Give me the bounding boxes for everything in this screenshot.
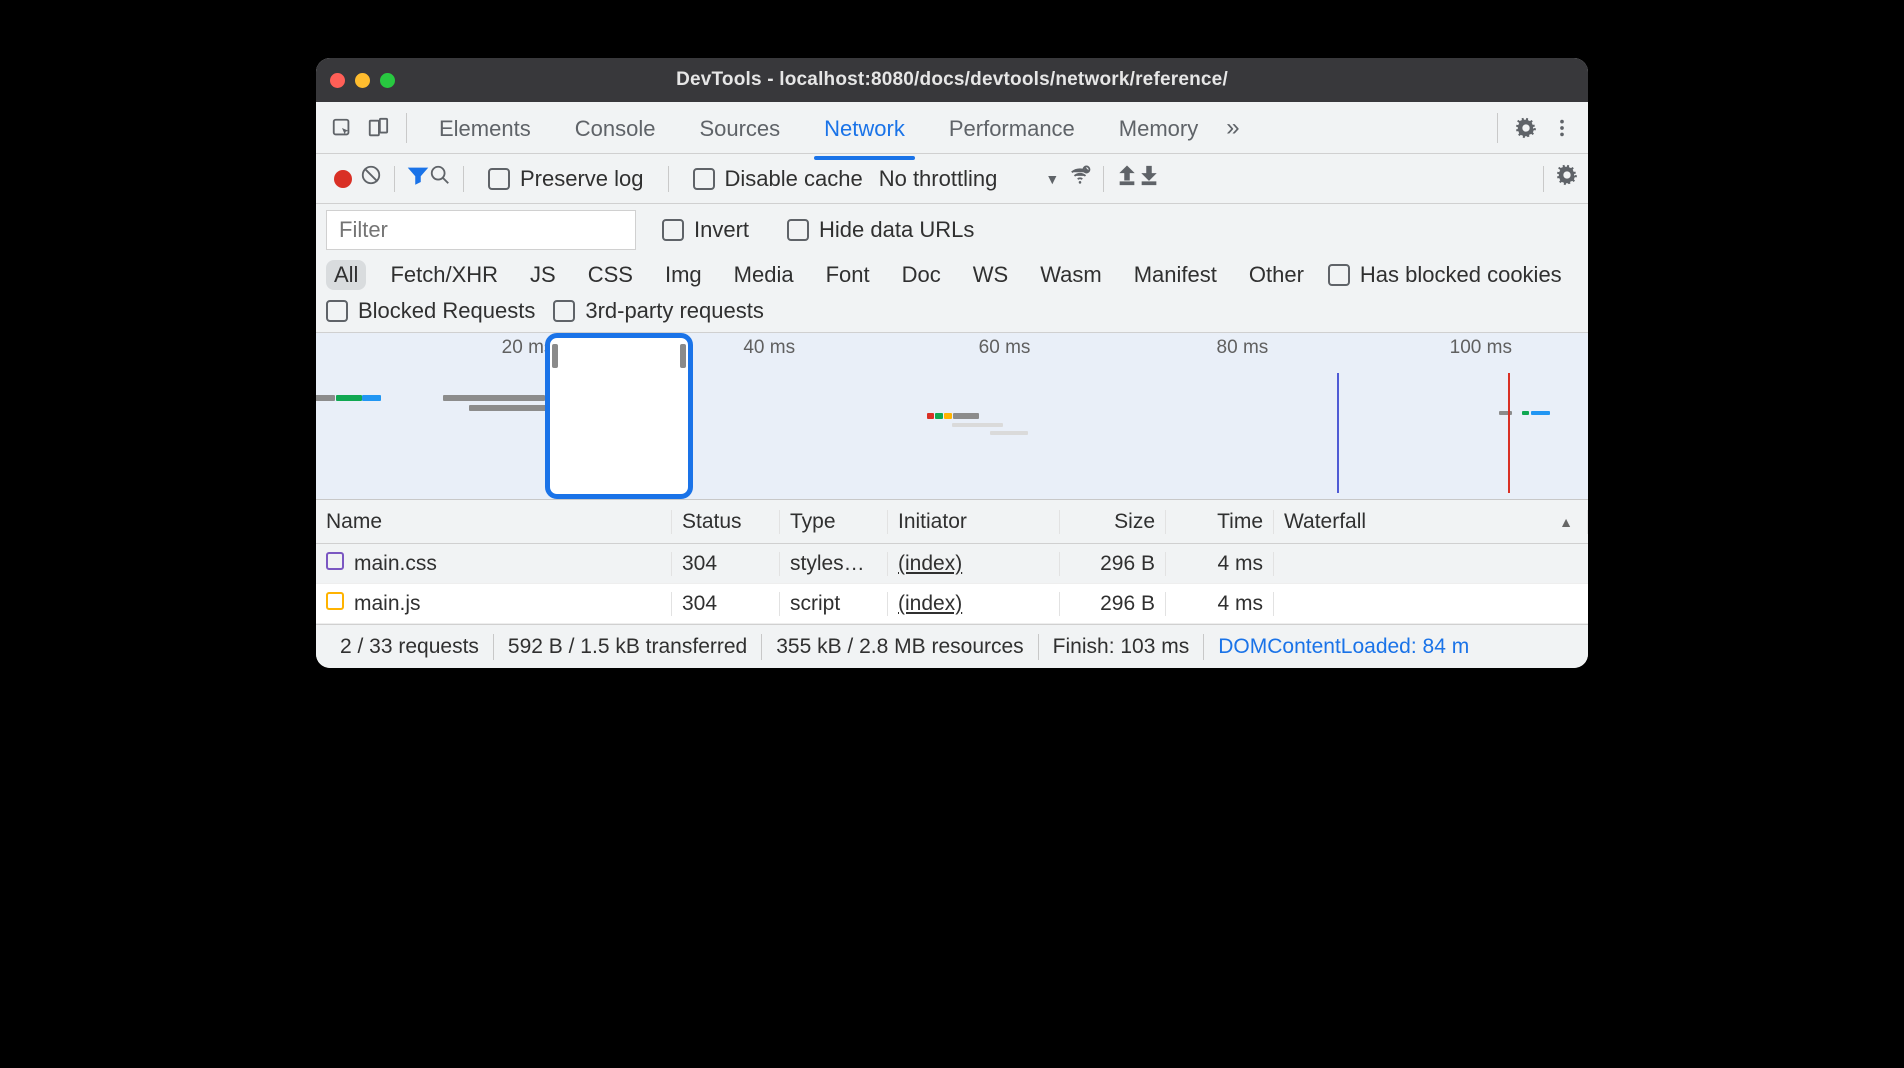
filter-row: Invert Hide data URLs [316, 204, 1588, 256]
type-css[interactable]: CSS [580, 260, 641, 290]
tab-network[interactable]: Network [816, 106, 913, 150]
inspect-element-icon[interactable] [324, 110, 360, 146]
device-toolbar-icon[interactable] [360, 110, 396, 146]
col-waterfall[interactable]: Waterfall▲ [1274, 510, 1588, 534]
type-js[interactable]: JS [522, 260, 564, 290]
network-settings-icon[interactable] [1556, 164, 1578, 193]
status-bar: 2 / 33 requests 592 B / 1.5 kB transferr… [316, 624, 1588, 668]
status-domcontentloaded: DOMContentLoaded: 84 m [1204, 635, 1483, 659]
type-manifest[interactable]: Manifest [1126, 260, 1225, 290]
throttling-dropdown[interactable]: No throttling▼ [875, 166, 1069, 192]
overview-selection[interactable] [545, 333, 693, 499]
tab-elements[interactable]: Elements [431, 106, 539, 150]
table-row[interactable]: main.css 304 styles… (index) 296 B 4 ms [316, 544, 1588, 584]
initiator-link[interactable]: (index) [898, 552, 962, 575]
filter-icon[interactable] [407, 164, 429, 193]
col-time[interactable]: Time [1166, 510, 1274, 534]
sort-indicator-icon: ▲ [1559, 514, 1573, 530]
tab-performance[interactable]: Performance [941, 106, 1083, 150]
selection-handle-left[interactable] [552, 344, 558, 368]
clear-icon[interactable] [360, 164, 382, 193]
col-size[interactable]: Size [1060, 510, 1166, 534]
type-all[interactable]: All [326, 260, 366, 290]
download-har-icon[interactable] [1138, 164, 1160, 193]
tick-label: 100 ms [1450, 337, 1512, 359]
request-table: Name Status Type Initiator Size Time Wat… [316, 500, 1588, 624]
settings-icon[interactable] [1508, 110, 1544, 146]
status-transferred: 592 B / 1.5 kB transferred [494, 635, 761, 659]
col-initiator[interactable]: Initiator [888, 510, 1060, 534]
search-icon[interactable] [429, 164, 451, 193]
css-file-icon [326, 552, 344, 570]
has-blocked-cookies-checkbox[interactable]: Has blocked cookies [1328, 262, 1562, 288]
selection-handle-right[interactable] [680, 344, 686, 368]
window-controls [330, 73, 395, 88]
table-row[interactable]: main.js 304 script (index) 296 B 4 ms [316, 584, 1588, 624]
devtools-window: DevTools - localhost:8080/docs/devtools/… [316, 58, 1588, 668]
tick-label: 80 ms [1217, 337, 1269, 359]
minimize-window-icon[interactable] [355, 73, 370, 88]
panel-tabs: Elements Console Sources Network Perform… [316, 102, 1588, 154]
type-ws[interactable]: WS [965, 260, 1016, 290]
status-requests: 2 / 33 requests [326, 635, 493, 659]
network-toolbar: Preserve log Disable cache No throttling… [316, 154, 1588, 204]
record-button-icon[interactable] [334, 170, 352, 188]
third-party-checkbox[interactable]: 3rd-party requests [553, 298, 764, 324]
tab-sources[interactable]: Sources [691, 106, 788, 150]
table-header: Name Status Type Initiator Size Time Wat… [316, 500, 1588, 544]
col-name[interactable]: Name [316, 510, 672, 534]
extra-filters-row: Blocked Requests 3rd-party requests [316, 298, 1588, 332]
preserve-log-checkbox[interactable]: Preserve log [488, 166, 644, 192]
type-fetch-xhr[interactable]: Fetch/XHR [382, 260, 506, 290]
initiator-link[interactable]: (index) [898, 592, 962, 615]
col-type[interactable]: Type [780, 510, 888, 534]
filter-input[interactable] [326, 210, 636, 250]
more-menu-icon[interactable] [1544, 110, 1580, 146]
blocked-requests-checkbox[interactable]: Blocked Requests [326, 298, 535, 324]
type-filters: All Fetch/XHR JS CSS Img Media Font Doc … [316, 256, 1588, 298]
col-status[interactable]: Status [672, 510, 780, 534]
maximize-window-icon[interactable] [380, 73, 395, 88]
type-doc[interactable]: Doc [894, 260, 949, 290]
tick-label: 40 ms [743, 337, 795, 359]
hide-data-urls-checkbox[interactable]: Hide data URLs [787, 217, 974, 243]
type-wasm[interactable]: Wasm [1032, 260, 1110, 290]
network-conditions-icon[interactable] [1069, 164, 1091, 193]
type-other[interactable]: Other [1241, 260, 1312, 290]
type-font[interactable]: Font [818, 260, 878, 290]
type-img[interactable]: Img [657, 260, 710, 290]
type-media[interactable]: Media [726, 260, 802, 290]
js-file-icon [326, 592, 344, 610]
disable-cache-checkbox[interactable]: Disable cache [693, 166, 863, 192]
status-resources: 355 kB / 2.8 MB resources [762, 635, 1037, 659]
tab-memory[interactable]: Memory [1111, 106, 1206, 150]
window-title: DevTools - localhost:8080/docs/devtools/… [316, 69, 1588, 91]
more-tabs-icon[interactable]: » [1220, 114, 1245, 142]
status-finish: Finish: 103 ms [1039, 635, 1204, 659]
load-event-marker-icon [1508, 373, 1510, 493]
upload-har-icon[interactable] [1116, 164, 1138, 193]
domcontentloaded-marker-icon [1337, 373, 1339, 493]
titlebar: DevTools - localhost:8080/docs/devtools/… [316, 58, 1588, 102]
invert-checkbox[interactable]: Invert [662, 217, 749, 243]
tick-label: 60 ms [979, 337, 1031, 359]
close-window-icon[interactable] [330, 73, 345, 88]
tab-console[interactable]: Console [567, 106, 664, 150]
overview-timeline[interactable]: 20 ms 40 ms 60 ms 80 ms 100 ms [316, 332, 1588, 500]
